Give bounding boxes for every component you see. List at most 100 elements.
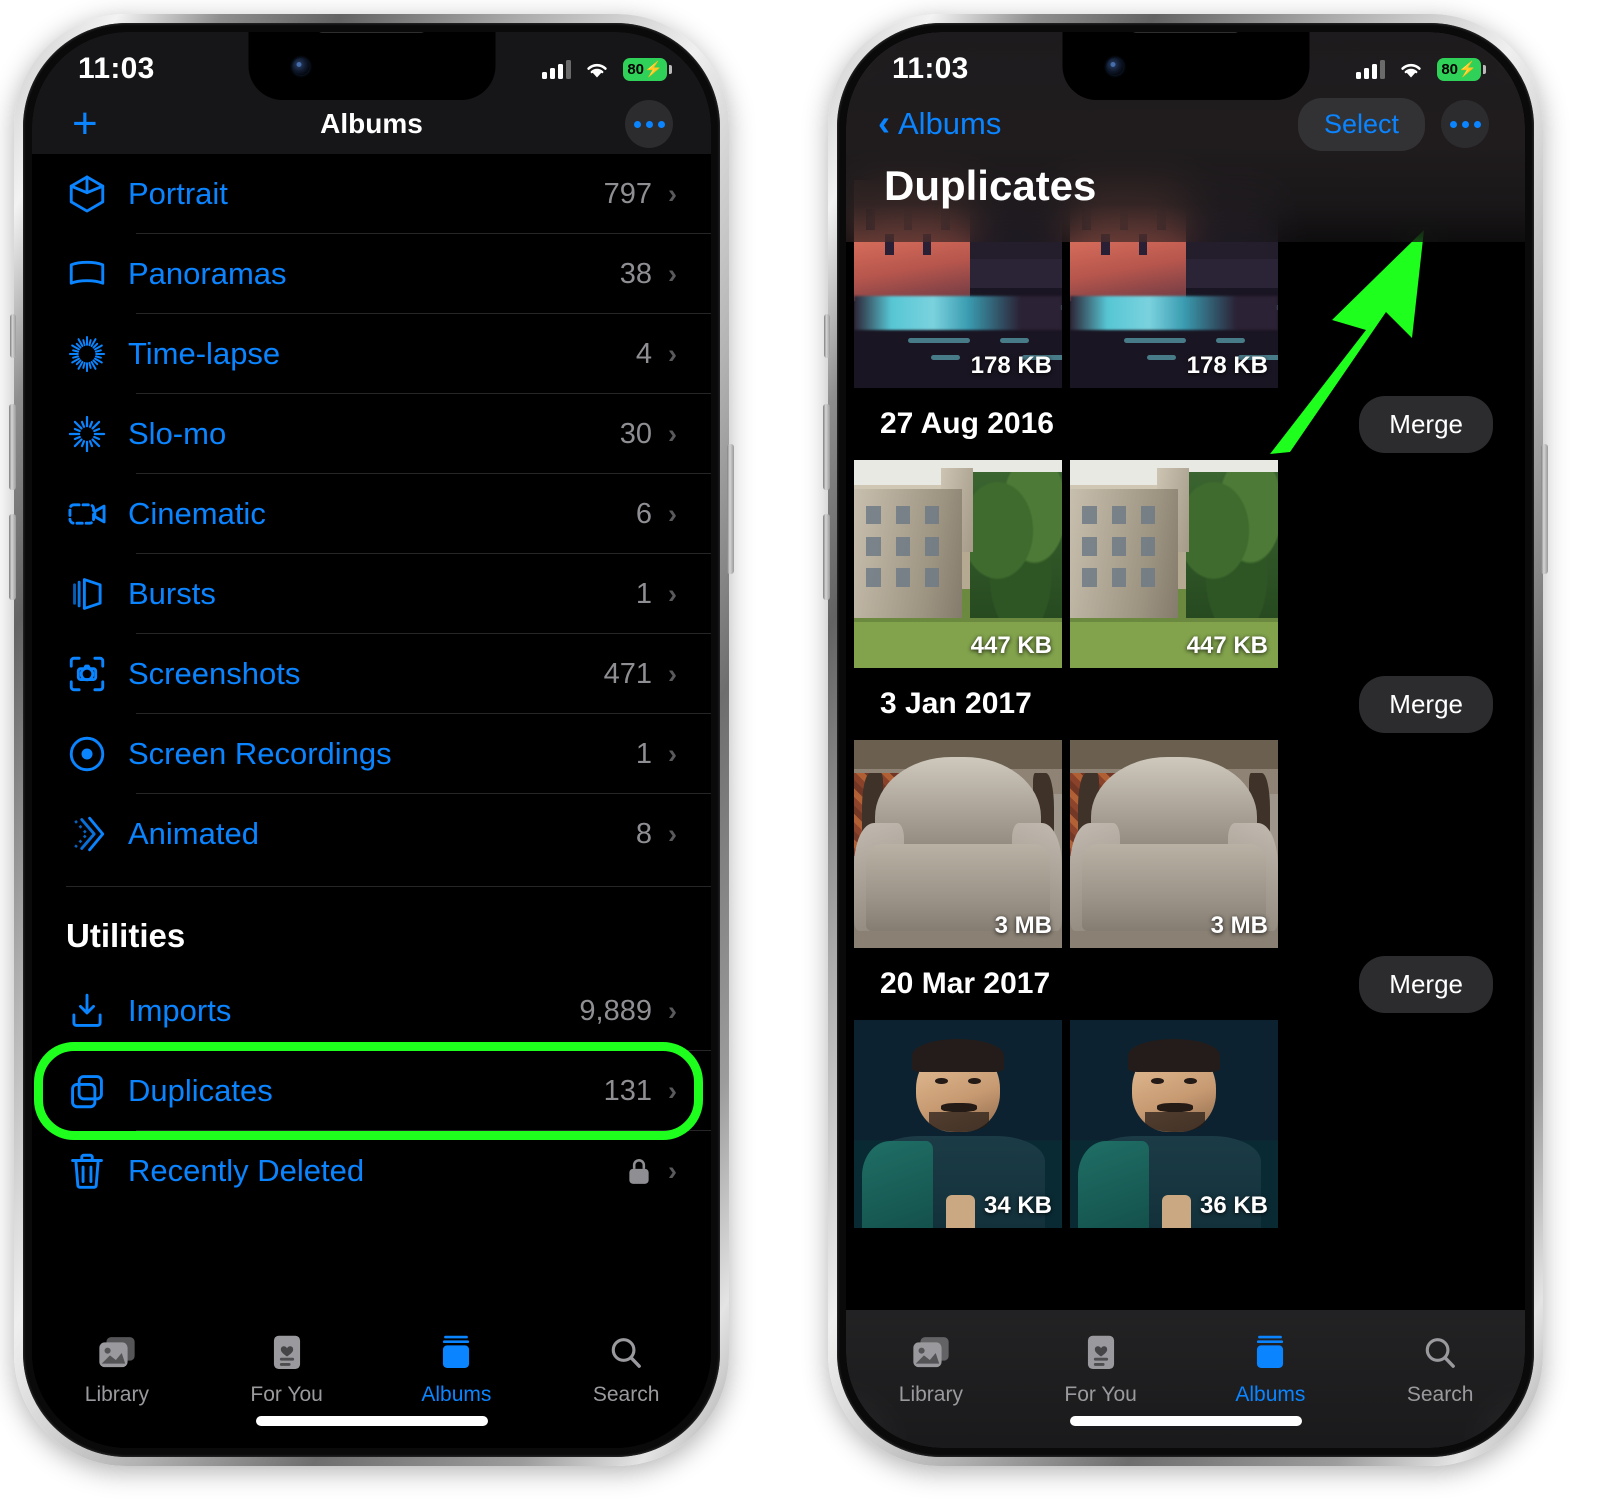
add-album-button[interactable]: + xyxy=(72,102,98,146)
utility-label: Duplicates xyxy=(128,1073,273,1108)
back-to-albums-button[interactable]: ‹ Albums xyxy=(878,101,1002,143)
slomo-icon xyxy=(66,413,128,455)
duplicates-list[interactable]: 178 KB 178 KB 27 Aug 2016 Merge 447 KB 447 KB… xyxy=(846,32,1525,1448)
album-count: 797 xyxy=(603,177,652,210)
thumbnail-file-size: 3 MB xyxy=(1210,912,1268,939)
duplicate-group-header: 27 Aug 2016 Merge xyxy=(846,388,1525,460)
album-row-animated[interactable]: Animated 8 › xyxy=(32,794,711,874)
merge-button[interactable]: Merge xyxy=(1359,395,1493,453)
home-indicator[interactable] xyxy=(255,1416,488,1426)
album-label: Time-lapse xyxy=(128,336,281,371)
lock-icon xyxy=(626,1156,652,1186)
utility-row-duplicates[interactable]: Duplicates 131 › xyxy=(32,1051,711,1131)
duplicate-group: 27 Aug 2016 Merge 447 KB 447 KB xyxy=(846,388,1525,668)
power-button[interactable] xyxy=(1541,444,1548,574)
merge-button[interactable]: Merge xyxy=(1359,675,1493,733)
album-row-slo-mo[interactable]: Slo-mo 30 › xyxy=(32,394,711,474)
battery-icon: 80 ⚡ xyxy=(1437,57,1486,81)
duplicate-thumbnail[interactable]: 36 KB xyxy=(1070,1020,1278,1228)
album-label: Slo-mo xyxy=(128,416,227,451)
album-row-cinematic[interactable]: Cinematic 6 › xyxy=(32,474,711,554)
album-count: 6 xyxy=(635,497,652,530)
chevron-right-icon: › xyxy=(668,258,677,289)
merge-button[interactable]: Merge xyxy=(1359,955,1493,1013)
volume-down-button[interactable] xyxy=(823,514,830,600)
thumbnail-file-size: 34 KB xyxy=(983,1192,1052,1219)
thumbnail-file-size: 447 KB xyxy=(970,632,1052,659)
page-title: Albums xyxy=(320,108,423,139)
imports-icon xyxy=(66,990,128,1032)
album-row-screen-recordings[interactable]: Screen Recordings 1 › xyxy=(32,714,711,794)
albums-list[interactable]: Portrait 797 › Panoramas 38 › Time-lapse 4 › Slo-… xyxy=(32,154,711,1448)
tab-albums[interactable]: Albums xyxy=(1186,1332,1356,1407)
silent-switch[interactable] xyxy=(824,314,830,358)
tab-search[interactable]: Search xyxy=(541,1332,711,1407)
tab-for-you[interactable]: For You xyxy=(1016,1332,1186,1407)
duplicate-thumbnail[interactable]: 3 MB xyxy=(1070,740,1278,948)
tab-label: Albums xyxy=(1235,1383,1306,1406)
for-you-icon xyxy=(1084,1332,1118,1374)
status-time: 11:03 xyxy=(892,52,969,85)
chevron-right-icon: › xyxy=(668,178,677,209)
more-options-button[interactable] xyxy=(1441,100,1489,148)
duplicate-thumbnail[interactable]: 447 KB xyxy=(1070,460,1278,668)
chevron-left-icon: ‹ xyxy=(878,101,890,143)
ellipsis-icon xyxy=(1449,120,1457,128)
ellipsis-icon xyxy=(633,120,641,128)
duplicate-thumbnail[interactable]: 447 KB xyxy=(854,460,1062,668)
album-label: Bursts xyxy=(128,576,216,611)
right-phone-screen: 178 KB 178 KB 27 Aug 2016 Merge 447 KB 447 KB… xyxy=(846,32,1525,1448)
duplicate-group: 3 Jan 2017 Merge 3 MB 3 MB xyxy=(846,668,1525,948)
nav-actions: Select xyxy=(1297,97,1489,151)
home-indicator[interactable] xyxy=(1069,1416,1302,1426)
chevron-right-icon: › xyxy=(668,1155,677,1186)
album-label: Panoramas xyxy=(128,256,287,291)
trash-icon xyxy=(66,1150,128,1192)
right-phone-bezel: 178 KB 178 KB 27 Aug 2016 Merge 447 KB 447 KB… xyxy=(837,23,1534,1457)
status-indicators: 80 ⚡ xyxy=(1356,52,1486,81)
page-title: Duplicates xyxy=(884,162,1097,209)
tab-label: Albums xyxy=(421,1383,492,1406)
tab-bar[interactable]: Library For You Albums Search xyxy=(32,1310,711,1448)
utility-row-imports[interactable]: Imports 9,889 › xyxy=(32,971,711,1051)
tab-bar[interactable]: Library For You Albums Search xyxy=(846,1310,1525,1448)
tab-label: Library xyxy=(84,1383,149,1406)
back-label: Albums xyxy=(898,106,1002,141)
album-row-screenshots[interactable]: Screenshots 471 › xyxy=(32,634,711,714)
tab-label: Search xyxy=(592,1383,660,1406)
cellular-signal-icon xyxy=(1356,59,1385,79)
tab-library[interactable]: Library xyxy=(32,1332,202,1407)
album-count: 1 xyxy=(635,737,652,770)
album-row-time-lapse[interactable]: Time-lapse 4 › xyxy=(32,314,711,394)
silent-switch[interactable] xyxy=(10,314,16,358)
album-row-bursts[interactable]: Bursts 1 › xyxy=(32,554,711,634)
utility-row-recently-deleted[interactable]: Recently Deleted › xyxy=(32,1131,711,1211)
thumbnail-file-size: 36 KB xyxy=(1199,1192,1268,1219)
tab-for-you[interactable]: For You xyxy=(202,1332,372,1407)
album-row-portrait[interactable]: Portrait 797 › xyxy=(32,154,711,234)
volume-down-button[interactable] xyxy=(9,514,16,600)
thumbnail-file-size: 3 MB xyxy=(994,912,1052,939)
left-phone-frame: + Albums Portrait 797 › Panoramas 38 › Time-la… xyxy=(9,14,734,1466)
ellipsis-icon xyxy=(1461,120,1469,128)
tab-search[interactable]: Search xyxy=(1355,1332,1525,1407)
duplicate-thumbnail[interactable]: 3 MB xyxy=(854,740,1062,948)
volume-up-button[interactable] xyxy=(9,404,16,490)
more-options-button[interactable] xyxy=(625,100,673,148)
album-count: 4 xyxy=(635,337,652,370)
album-count: 1 xyxy=(635,577,652,610)
album-row-panoramas[interactable]: Panoramas 38 › xyxy=(32,234,711,314)
front-camera-icon xyxy=(1106,58,1123,75)
wifi-icon xyxy=(584,59,610,79)
album-count: 8 xyxy=(635,817,652,850)
right-phone-frame: 178 KB 178 KB 27 Aug 2016 Merge 447 KB 447 KB… xyxy=(823,14,1548,1466)
chevron-right-icon: › xyxy=(668,658,677,689)
tab-albums[interactable]: Albums xyxy=(372,1332,542,1407)
portrait-cube-icon xyxy=(66,173,128,215)
tab-library[interactable]: Library xyxy=(846,1332,1016,1407)
volume-up-button[interactable] xyxy=(823,404,830,490)
select-button[interactable]: Select xyxy=(1297,97,1425,151)
power-button[interactable] xyxy=(727,444,734,574)
status-indicators: 80 ⚡ xyxy=(542,52,672,81)
duplicate-thumbnail[interactable]: 34 KB xyxy=(854,1020,1062,1228)
